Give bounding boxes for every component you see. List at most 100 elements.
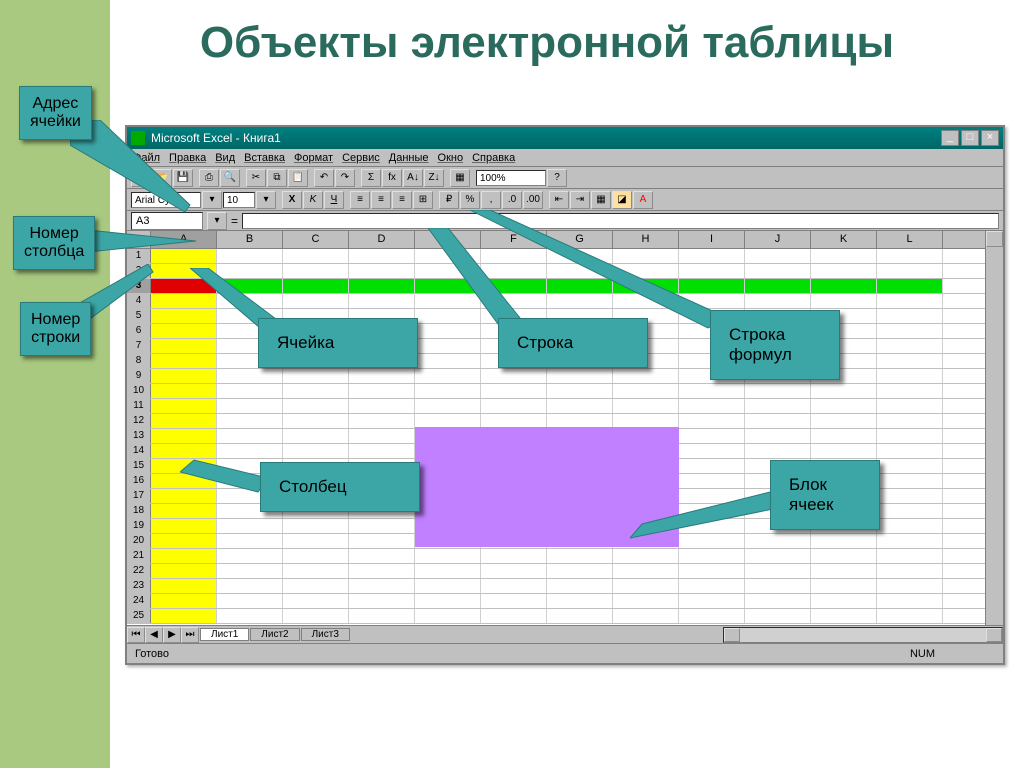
menu-Данные[interactable]: Данные <box>389 152 429 164</box>
cell[interactable] <box>217 579 283 593</box>
toolbar-formatting[interactable]: Arial Cyr ▾ 10 ▾ X K Ч ≡ ≡ ≡ ⊞ ₽ % , .0 … <box>127 189 1003 211</box>
row-header[interactable]: 21 <box>127 549 151 563</box>
cell[interactable] <box>547 564 613 578</box>
cell[interactable] <box>877 414 943 428</box>
cell[interactable] <box>151 489 217 503</box>
cell[interactable] <box>151 369 217 383</box>
row-header[interactable]: 22 <box>127 564 151 578</box>
cell[interactable] <box>349 579 415 593</box>
cell[interactable] <box>877 519 943 533</box>
cell[interactable] <box>283 444 349 458</box>
fill-color-icon[interactable]: ◪ <box>612 191 632 209</box>
cell[interactable] <box>415 609 481 623</box>
close-button[interactable]: × <box>981 130 999 146</box>
cell[interactable] <box>151 354 217 368</box>
cell[interactable] <box>151 279 217 293</box>
cell[interactable] <box>547 609 613 623</box>
cell[interactable] <box>811 399 877 413</box>
cell[interactable] <box>481 294 547 308</box>
redo-icon[interactable]: ↷ <box>335 169 355 187</box>
menu-Вид[interactable]: Вид <box>215 152 235 164</box>
cell[interactable] <box>811 294 877 308</box>
menu-Сервис[interactable]: Сервис <box>342 152 380 164</box>
minimize-button[interactable]: _ <box>941 130 959 146</box>
cell[interactable] <box>151 549 217 563</box>
cell[interactable] <box>877 294 943 308</box>
cell[interactable] <box>745 549 811 563</box>
sheet-tab[interactable]: Лист3 <box>301 628 350 641</box>
cell[interactable] <box>151 324 217 338</box>
row-header[interactable]: 14 <box>127 444 151 458</box>
cell[interactable] <box>877 474 943 488</box>
cell[interactable] <box>481 609 547 623</box>
cell[interactable] <box>481 594 547 608</box>
cell[interactable] <box>481 414 547 428</box>
cell[interactable] <box>283 279 349 293</box>
cell[interactable] <box>547 279 613 293</box>
cell[interactable] <box>613 279 679 293</box>
cell[interactable] <box>811 564 877 578</box>
cell[interactable] <box>151 534 217 548</box>
column-header[interactable]: H <box>613 231 679 248</box>
cell[interactable] <box>217 564 283 578</box>
cell[interactable] <box>679 534 745 548</box>
cell[interactable] <box>613 369 679 383</box>
cell[interactable] <box>613 414 679 428</box>
cell[interactable] <box>877 339 943 353</box>
cell[interactable] <box>613 399 679 413</box>
row-header[interactable]: 11 <box>127 399 151 413</box>
cell[interactable] <box>283 429 349 443</box>
menu-Правка[interactable]: Правка <box>169 152 206 164</box>
cell[interactable] <box>415 399 481 413</box>
cell[interactable] <box>283 414 349 428</box>
menubar[interactable]: ФайлПравкаВидВставкаФорматСервисДанныеОк… <box>127 149 1003 167</box>
cell[interactable] <box>613 564 679 578</box>
cell[interactable] <box>745 294 811 308</box>
cell[interactable] <box>283 579 349 593</box>
cell[interactable] <box>481 249 547 263</box>
align-right-icon[interactable]: ≡ <box>392 191 412 209</box>
cell[interactable] <box>481 264 547 278</box>
cell[interactable] <box>151 384 217 398</box>
row-header[interactable]: 4 <box>127 294 151 308</box>
cell[interactable] <box>547 579 613 593</box>
cell[interactable] <box>349 369 415 383</box>
cell[interactable] <box>745 279 811 293</box>
row-header[interactable]: 6 <box>127 324 151 338</box>
cell[interactable] <box>217 534 283 548</box>
cell[interactable] <box>811 429 877 443</box>
cell[interactable] <box>679 549 745 563</box>
cell[interactable] <box>877 579 943 593</box>
cell[interactable] <box>877 354 943 368</box>
cell[interactable] <box>679 399 745 413</box>
scroll-up-arrow[interactable] <box>986 231 1003 247</box>
cell[interactable] <box>745 264 811 278</box>
tab-nav-last-icon[interactable]: ⏭ <box>181 627 199 643</box>
cell[interactable] <box>283 519 349 533</box>
vertical-scrollbar[interactable] <box>985 231 1003 625</box>
cell[interactable] <box>349 444 415 458</box>
cell[interactable] <box>151 399 217 413</box>
cell[interactable] <box>613 249 679 263</box>
cell[interactable] <box>481 549 547 563</box>
cell[interactable] <box>217 414 283 428</box>
row-header[interactable]: 18 <box>127 504 151 518</box>
cell[interactable] <box>283 594 349 608</box>
cell[interactable] <box>151 309 217 323</box>
cell[interactable] <box>877 324 943 338</box>
row-header[interactable]: 24 <box>127 594 151 608</box>
cell[interactable] <box>745 414 811 428</box>
print-icon[interactable]: ⎙ <box>199 169 219 187</box>
cell[interactable] <box>349 399 415 413</box>
row-header[interactable]: 19 <box>127 519 151 533</box>
cell[interactable] <box>679 249 745 263</box>
cell[interactable] <box>547 369 613 383</box>
cell[interactable] <box>745 534 811 548</box>
cell[interactable] <box>613 384 679 398</box>
cell[interactable] <box>877 399 943 413</box>
cell[interactable] <box>349 384 415 398</box>
cell[interactable] <box>877 264 943 278</box>
font-selector[interactable]: Arial Cyr <box>131 192 201 208</box>
cell[interactable] <box>811 414 877 428</box>
row-header[interactable]: 13 <box>127 429 151 443</box>
